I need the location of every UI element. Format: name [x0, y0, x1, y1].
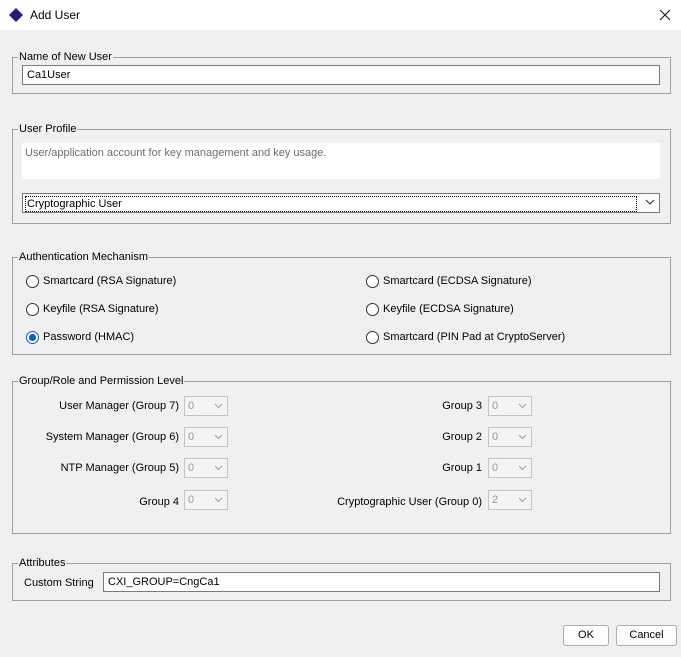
- select-value: 0: [492, 462, 499, 474]
- ok-button[interactable]: OK: [563, 625, 609, 646]
- chevron-down-icon: [518, 465, 527, 471]
- select-ntp-manager[interactable]: 0: [184, 458, 228, 478]
- profile-group-legend: User Profile: [19, 123, 77, 135]
- chevron-down-icon: [214, 434, 223, 440]
- select-value: 0: [188, 462, 195, 474]
- window-title: Add User: [30, 8, 81, 22]
- chevron-down-icon: [518, 403, 527, 409]
- diamond-icon: [9, 8, 23, 22]
- radio-indicator: [26, 275, 39, 288]
- select-value: 0: [188, 400, 195, 412]
- close-icon: [659, 9, 671, 21]
- perm-label-system-manager: System Manager (Group 6): [45, 431, 179, 443]
- select-crypto-user[interactable]: 2: [488, 490, 532, 510]
- name-group-legend: Name of New User: [19, 51, 112, 63]
- select-system-manager[interactable]: 0: [184, 427, 228, 447]
- radio-label: Keyfile (ECDSA Signature): [383, 303, 514, 315]
- chevron-down-icon: [518, 497, 527, 503]
- attributes-group-legend: Attributes: [19, 557, 66, 569]
- select-value: 0: [492, 400, 499, 412]
- perm-label-group-2: Group 2: [442, 431, 482, 443]
- radio-indicator: [26, 303, 39, 316]
- chevron-down-icon: [518, 434, 527, 440]
- radio-label: Keyfile (RSA Signature): [43, 303, 159, 315]
- profile-select[interactable]: Cryptographic User: [22, 193, 660, 213]
- username-input[interactable]: [22, 65, 660, 85]
- select-value: 2: [492, 494, 499, 506]
- perm-label-user-manager: User Manager (Group 7): [59, 400, 179, 412]
- profile-select-value: Cryptographic User: [25, 196, 637, 212]
- chevron-down-icon: [214, 403, 223, 409]
- chevron-down-icon: [645, 199, 655, 205]
- title-bar: Add User: [0, 0, 681, 30]
- radio-label: Smartcard (RSA Signature): [43, 275, 177, 287]
- custom-string-input[interactable]: [103, 572, 660, 592]
- profile-description: User/application account for key managem…: [22, 143, 660, 179]
- select-value: 0: [188, 494, 195, 506]
- perm-label-group-1: Group 1: [442, 462, 482, 474]
- select-value: 0: [188, 431, 195, 443]
- chevron-down-icon: [214, 497, 223, 503]
- perm-label-group-3: Group 3: [442, 400, 482, 412]
- radio-indicator: [366, 275, 379, 288]
- radio-label: Smartcard (ECDSA Signature): [383, 275, 532, 287]
- chevron-down-icon: [214, 465, 223, 471]
- cancel-button[interactable]: Cancel: [616, 625, 677, 646]
- radio-indicator: [366, 303, 379, 316]
- custom-string-label: Custom String: [24, 577, 94, 589]
- perm-label-crypto-user: Cryptographic User (Group 0): [337, 496, 482, 508]
- select-group-3[interactable]: 0: [488, 396, 532, 416]
- select-user-manager[interactable]: 0: [184, 396, 228, 416]
- select-value: 0: [492, 431, 499, 443]
- select-group-4[interactable]: 0: [184, 490, 228, 510]
- permission-group-legend: Group/Role and Permission Level: [19, 375, 184, 387]
- perm-label-ntp-manager: NTP Manager (Group 5): [60, 462, 179, 474]
- auth-group-legend: Authentication Mechanism: [19, 251, 149, 263]
- radio-indicator-selected: [26, 331, 39, 344]
- perm-label-group-4: Group 4: [139, 496, 179, 508]
- permission-group: Group/Role and Permission Level: [12, 375, 671, 534]
- close-button[interactable]: [653, 3, 677, 27]
- select-group-1[interactable]: 0: [488, 458, 532, 478]
- radio-label: Password (HMAC): [43, 331, 135, 343]
- radio-label: Smartcard (PIN Pad at CryptoServer): [383, 331, 566, 343]
- radio-indicator: [366, 331, 379, 344]
- select-group-2[interactable]: 0: [488, 427, 532, 447]
